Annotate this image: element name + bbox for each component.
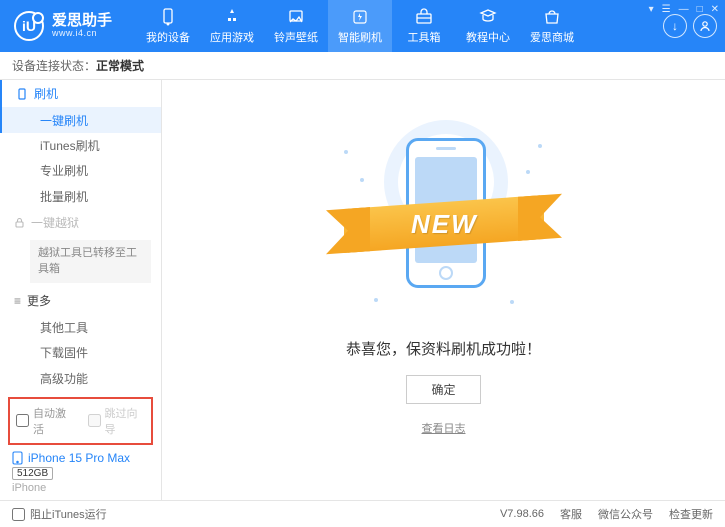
nav-label: 爱思商城 [530, 29, 574, 45]
tutorial-icon [479, 8, 497, 26]
logo-area: iU 爱思助手 www.i4.cn [0, 11, 126, 41]
toolbox-icon [415, 8, 433, 26]
sidebar-group-jailbreak: 一键越狱 [0, 209, 161, 236]
app-title: 爱思助手 [52, 13, 112, 30]
sidebar-group-title: 刷机 [34, 85, 58, 102]
nav-store[interactable]: 爱思商城 [520, 0, 584, 52]
flash-icon [351, 8, 369, 26]
footer-link-update[interactable]: 检查更新 [669, 506, 713, 522]
skip-wizard-checkbox[interactable]: 跳过向导 [88, 405, 146, 437]
top-nav: 我的设备 应用游戏 铃声壁纸 智能刷机 工具箱 教程中心 爱思商城 [136, 0, 584, 52]
nav-tutorials[interactable]: 教程中心 [456, 0, 520, 52]
status-value: 正常模式 [96, 57, 144, 74]
device-icon [159, 8, 177, 26]
sidebar-group-title: 更多 [27, 292, 51, 309]
device-name: iPhone 15 Pro Max [28, 451, 130, 465]
nav-label: 我的设备 [146, 29, 190, 45]
nav-label: 应用游戏 [210, 29, 254, 45]
menu-icon[interactable]: ▾ [649, 4, 654, 15]
phone-icon [12, 451, 23, 465]
success-message: 恭喜您，保资料刷机成功啦！ [346, 338, 541, 359]
lock-icon [14, 217, 25, 228]
store-icon [543, 8, 561, 26]
download-button[interactable]: ↓ [663, 14, 687, 38]
device-storage: 512GB [12, 467, 53, 480]
nav-label: 智能刷机 [338, 29, 382, 45]
device-info: iPhone 15 Pro Max 512GB iPhone [0, 447, 161, 500]
ringtone-icon [287, 8, 305, 26]
sidebar-item-pro[interactable]: 专业刷机 [0, 158, 161, 183]
sidebar-group-title: 一键越狱 [31, 214, 79, 231]
nav-label: 教程中心 [466, 29, 510, 45]
nav-ringtones[interactable]: 铃声壁纸 [264, 0, 328, 52]
sidebar-item-advanced[interactable]: 高级功能 [0, 365, 161, 390]
view-log-link[interactable]: 查看日志 [422, 420, 466, 436]
nav-label: 铃声壁纸 [274, 29, 318, 45]
more-icon: ≡ [14, 294, 21, 308]
nav-flash[interactable]: 智能刷机 [328, 0, 392, 52]
nav-toolbox[interactable]: 工具箱 [392, 0, 456, 52]
nav-label: 工具箱 [408, 29, 441, 45]
auto-activate-checkbox[interactable]: 自动激活 [16, 405, 74, 437]
footer-link-wechat[interactable]: 微信公众号 [598, 506, 653, 522]
status-bar: 设备连接状态： 正常模式 [0, 52, 725, 80]
block-itunes-checkbox[interactable]: 阻止iTunes运行 [12, 506, 107, 522]
version-label: V7.98.66 [500, 508, 544, 520]
nav-apps[interactable]: 应用游戏 [200, 0, 264, 52]
sidebar-group-more[interactable]: ≡ 更多 [0, 287, 161, 314]
device-type: iPhone [12, 482, 149, 494]
options-highlight-box: 自动激活 跳过向导 [8, 397, 153, 445]
ribbon-text: NEW [410, 209, 477, 240]
nav-my-device[interactable]: 我的设备 [136, 0, 200, 52]
status-label: 设备连接状态： [12, 57, 96, 74]
sidebar-item-batch[interactable]: 批量刷机 [0, 184, 161, 209]
jailbreak-note: 越狱工具已转移至工具箱 [30, 240, 151, 283]
sidebar: 刷机 一键刷机 iTunes刷机 专业刷机 批量刷机 一键越狱 越狱工具已转移至… [0, 80, 162, 500]
main-content: NEW 恭喜您，保资料刷机成功啦！ 确定 查看日志 [162, 80, 725, 500]
logo-icon: iU [14, 11, 44, 41]
ok-button[interactable]: 确定 [406, 375, 480, 404]
sidebar-item-download[interactable]: 下载固件 [0, 340, 161, 365]
sidebar-group-flash[interactable]: 刷机 [0, 80, 161, 107]
flash-small-icon [16, 88, 28, 100]
success-illustration: NEW [334, 120, 554, 310]
user-button[interactable] [693, 14, 717, 38]
sidebar-item-oneclick[interactable]: 一键刷机 [0, 107, 161, 132]
footer-link-support[interactable]: 客服 [560, 506, 582, 522]
apps-icon [223, 8, 241, 26]
sidebar-item-other[interactable]: 其他工具 [0, 315, 161, 340]
footer: 阻止iTunes运行 V7.98.66 客服 微信公众号 检查更新 [0, 500, 725, 527]
sidebar-item-itunes[interactable]: iTunes刷机 [0, 133, 161, 158]
app-url: www.i4.cn [52, 29, 112, 39]
